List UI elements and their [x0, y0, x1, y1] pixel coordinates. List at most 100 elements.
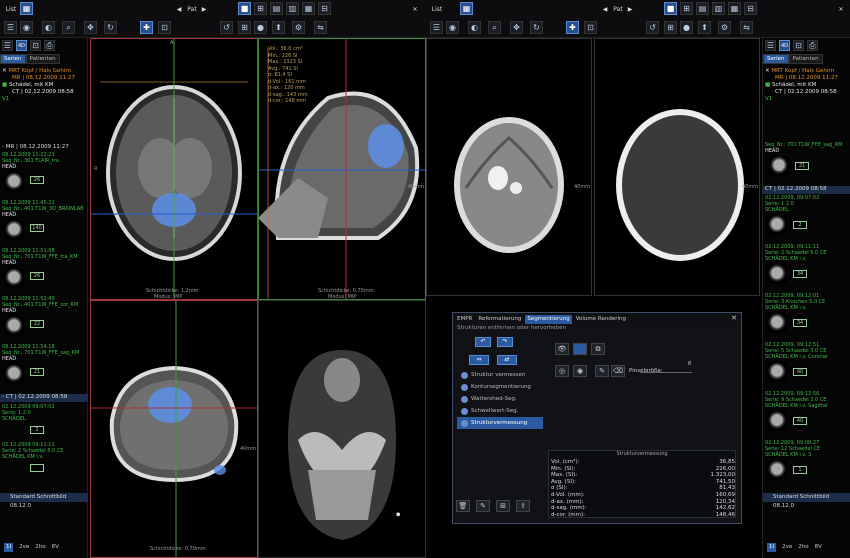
- close-panel-icon[interactable]: ✕: [731, 314, 737, 323]
- single-view-icon-right[interactable]: ■: [664, 2, 677, 15]
- camera-icon-right[interactable]: ◉: [446, 21, 459, 34]
- color-swatch[interactable]: [573, 343, 587, 355]
- strukturvermessung-item[interactable]: Strukturvermessung: [457, 417, 543, 429]
- select-icon[interactable]: ☰: [4, 21, 17, 34]
- pan-icon[interactable]: ✥: [84, 21, 97, 34]
- series-entry-ct[interactable]: 02.12.2009 09:07:02 Serie: 1 2.0 SCHÄDEL…: [0, 404, 88, 444]
- list-label-right[interactable]: List: [430, 3, 444, 15]
- brush-size-slider[interactable]: [640, 372, 692, 373]
- eraser-icon[interactable]: ⌫: [611, 365, 625, 377]
- 4d-icon-right[interactable]: 4D: [779, 40, 790, 51]
- flip-icon[interactable]: ⇋: [314, 21, 327, 34]
- series-entry-ct-right[interactable]: 02.12.2009, 09:08:27 Serie: 12 Schaedel …: [763, 440, 850, 488]
- select-icon-right[interactable]: ☰: [430, 21, 443, 34]
- pat-label-right[interactable]: Pat: [612, 3, 624, 15]
- close-icon[interactable]: ✕: [410, 3, 420, 15]
- close-icon[interactable]: ✕: [2, 68, 7, 74]
- series-entry[interactable]: 08.12.2009 11:52:49 Seq_Nr.: 401 T1W_FFE…: [0, 296, 88, 348]
- layout-tab-2ho[interactable]: 2ho: [35, 543, 45, 552]
- series-thumbnail[interactable]: [767, 411, 787, 431]
- study-mr[interactable]: MR | 08.12.2009 11:27: [2, 75, 86, 82]
- grid-6-icon-right[interactable]: ▦: [728, 2, 741, 15]
- export-seg-icon[interactable]: ⇪: [516, 500, 530, 512]
- series-entry-ct-right[interactable]: 02.12.2009, 09:12:51 Serie: 5 Schaedel 3…: [763, 342, 850, 390]
- close-icon-right[interactable]: ✕: [836, 3, 846, 15]
- flip-icon-right[interactable]: ⇋: [740, 21, 753, 34]
- eye-icon[interactable]: 👁: [555, 343, 569, 355]
- viewport-coronal-mr[interactable]: Schichtdicke: 0.79mm 40mm: [90, 300, 258, 558]
- 4d-icon[interactable]: 4D: [16, 40, 27, 51]
- redo-button[interactable]: ↷: [497, 337, 513, 347]
- series-list-icon[interactable]: ☰: [2, 40, 13, 51]
- reset-icon-right[interactable]: ↺: [646, 21, 659, 34]
- camera-icon[interactable]: ◉: [20, 21, 33, 34]
- crosshair-icon-right[interactable]: ✚: [566, 21, 579, 34]
- orientation-icon-right[interactable]: ⬆: [698, 21, 711, 34]
- head-icon-right[interactable]: ●: [680, 21, 693, 34]
- grid-2x2-icon[interactable]: ⊞: [254, 2, 267, 15]
- measure-icon-right[interactable]: ⊡: [584, 21, 597, 34]
- reset-icon[interactable]: ↺: [220, 21, 233, 34]
- viewport-ct-bone[interactable]: 40mm: [594, 38, 760, 296]
- next-patient-icon-right[interactable]: ▶: [626, 3, 634, 15]
- series-entry-ct[interactable]: 02.12.2009 09:11:11 Serie: 2 Schaedel 5.…: [0, 442, 88, 482]
- grid-9-icon-right[interactable]: ⊟: [744, 2, 757, 15]
- series-entry-ct-right[interactable]: 02.12.2009, 09:12:01 Serie: 3 Knochen 5.…: [763, 293, 850, 341]
- window-level-icon[interactable]: ◐: [42, 21, 55, 34]
- series-thumbnail[interactable]: [4, 220, 24, 240]
- series-entry[interactable]: 08.12.2009 11:54:18 Seq_Nr.: 701 T1W_FFE…: [0, 344, 88, 396]
- lasso-icon[interactable]: ◎: [555, 365, 569, 377]
- crosshair-icon[interactable]: ✚: [140, 21, 153, 34]
- delete-icon[interactable]: 🗑: [456, 500, 470, 512]
- viewport-axial-ct[interactable]: 40mm: [426, 38, 592, 296]
- copy-icon[interactable]: ⧉: [591, 343, 605, 355]
- series-thumbnail[interactable]: [767, 313, 787, 333]
- tab-reformatierung[interactable]: Reformatierung: [476, 315, 523, 324]
- study-ct-name-right[interactable]: Schädel, mit KM: [772, 82, 816, 88]
- grid-3-icon-right[interactable]: ▤: [696, 2, 709, 15]
- layout-tab-1[interactable]: 1I: [4, 543, 14, 552]
- grid-4-icon[interactable]: ▥: [286, 2, 299, 15]
- series-thumbnail[interactable]: [767, 460, 787, 480]
- zoom-icon-right[interactable]: ⌕: [488, 21, 501, 34]
- layout-tab-2ve-right[interactable]: 2ve: [782, 543, 792, 552]
- undo-button[interactable]: ↶: [475, 337, 491, 347]
- viewport-axial-mr[interactable]: A R Schichtdicke: 1.2mm Modus: MIP: [90, 38, 258, 300]
- grid-4-icon-right[interactable]: ▥: [712, 2, 725, 15]
- export-icon[interactable]: ⊡: [30, 40, 41, 51]
- layout-footer-right[interactable]: Standard Schnittbild 08.12.0: [763, 493, 850, 509]
- print-icon[interactable]: ⎙: [44, 40, 55, 51]
- grid-3-icon[interactable]: ▤: [270, 2, 283, 15]
- watershed-item[interactable]: Wattershed-Seg.: [457, 393, 543, 405]
- tab-empr[interactable]: EMPR: [455, 315, 474, 324]
- study-ct-right[interactable]: CT | 02.12.2009 08:58: [765, 89, 849, 96]
- study-ct[interactable]: CT | 02.12.2009 08:58: [2, 89, 86, 96]
- grid-icon-right[interactable]: ⊞: [664, 21, 677, 34]
- study-mr-right[interactable]: MR | 08.12.2009 11:27: [765, 75, 849, 82]
- study-ct-name[interactable]: Schädel, mit KM: [9, 82, 53, 88]
- paint-icon[interactable]: ✎: [476, 500, 490, 512]
- measure-icon[interactable]: ⊡: [158, 21, 171, 34]
- head-icon[interactable]: ●: [254, 21, 267, 34]
- lasso-minus-icon[interactable]: ◉: [573, 365, 587, 377]
- layout-tab-8v-right[interactable]: 8V: [815, 543, 822, 552]
- brush-icon[interactable]: ✎: [595, 365, 609, 377]
- tab-serien[interactable]: Serien: [0, 54, 26, 64]
- group-icon[interactable]: ⊞: [496, 500, 510, 512]
- rotate-icon-right[interactable]: ↻: [530, 21, 543, 34]
- pan-icon-right[interactable]: ✥: [510, 21, 523, 34]
- merge-button[interactable]: ⇔: [469, 355, 489, 365]
- tab-volume-rendering[interactable]: Volume Rendering: [574, 315, 628, 324]
- series-thumbnail[interactable]: [4, 316, 24, 336]
- series-entry[interactable]: 08.12.2009 11:51:08 Seq_Nr.: 701 T1W_FFE…: [0, 248, 88, 300]
- series-entry[interactable]: 08.12.2009 11:45:22 Seq_Nr.: 401 T1W_3D_…: [0, 200, 88, 252]
- viewport-3d-mip[interactable]: ⬢: [258, 300, 426, 558]
- layout-tab-1-right[interactable]: 1I: [767, 543, 777, 552]
- tools-icon[interactable]: ⚙: [292, 21, 305, 34]
- layout-icon-right[interactable]: ▦: [460, 2, 473, 15]
- tab-segmentierung[interactable]: Segmentierung: [525, 315, 572, 324]
- single-view-icon[interactable]: ■: [238, 2, 251, 15]
- schwellwert-item[interactable]: Schwellwert-Seg.: [457, 405, 543, 417]
- tab-serien-right[interactable]: Serien: [763, 54, 789, 64]
- prev-patient-icon[interactable]: ◀: [175, 3, 183, 15]
